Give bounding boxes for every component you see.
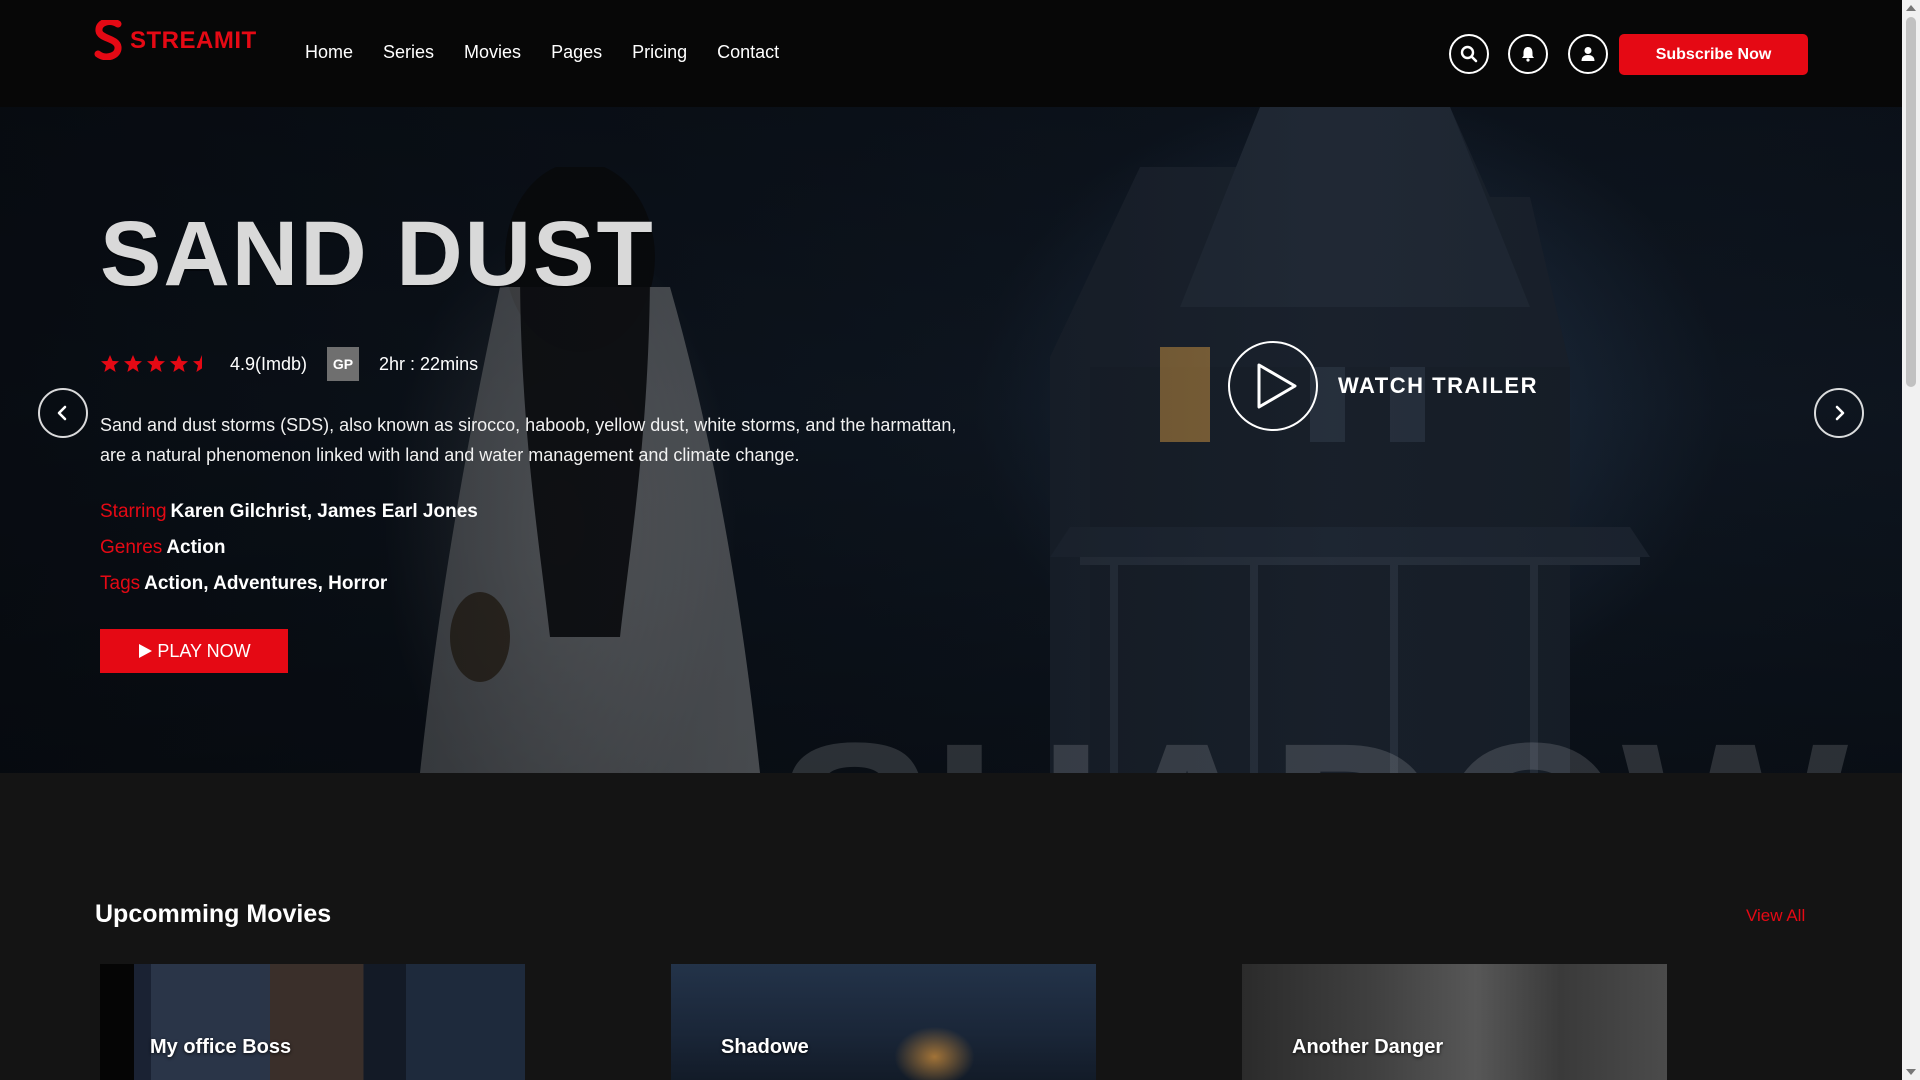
movie-card[interactable]: Another Danger: [1242, 964, 1667, 1080]
hero-banner: SAND DUST 4.9(Imdb) GP 2hr : 22mins Sand…: [0, 107, 1902, 773]
star-icon: [101, 355, 119, 372]
search-button[interactable]: [1449, 34, 1489, 74]
subscribe-button[interactable]: Subscribe Now: [1619, 34, 1808, 75]
bell-icon: [1522, 47, 1534, 62]
logo-s-icon: [94, 20, 122, 60]
next-slide-button[interactable]: [1814, 388, 1864, 438]
trailer-play-circle[interactable]: [1228, 341, 1318, 431]
chevron-right-icon: [1835, 405, 1845, 421]
movie-description: Sand and dust storms (SDS), also known a…: [100, 415, 957, 465]
scrollbar-thumb[interactable]: [1906, 17, 1916, 387]
star-icon: [170, 355, 188, 372]
star-icon: [124, 355, 142, 372]
watch-trailer-label: WATCH TRAILER: [1338, 373, 1538, 398]
chevron-left-icon: [57, 405, 67, 421]
rating-row: 4.9(Imdb) GP 2hr : 22mins: [100, 347, 478, 381]
starring-row: Starring Karen Gilchrist, James Earl Jone…: [100, 501, 478, 523]
scroll-up-arrow[interactable]: [1906, 5, 1916, 11]
logo[interactable]: STREAMIT: [94, 20, 257, 60]
scroll-down-arrow[interactable]: [1906, 1069, 1916, 1075]
age-rating-badge: GP: [327, 347, 360, 381]
user-icon: [1581, 47, 1595, 61]
main-nav: Home Series Movies Pages Pricing Contact: [305, 42, 779, 63]
movie-card[interactable]: My office Boss: [100, 964, 525, 1080]
play-now-label: PLAY NOW: [157, 640, 251, 661]
nav-home[interactable]: Home: [305, 42, 353, 63]
play-outline-icon: [1257, 363, 1297, 409]
nav-pages[interactable]: Pages: [551, 42, 602, 63]
movie-card-title: My office Boss: [150, 1036, 292, 1058]
user-button[interactable]: [1568, 34, 1608, 74]
page-scrollbar[interactable]: [1902, 0, 1920, 1080]
genres-row: Genres Action: [100, 537, 225, 559]
movie-card[interactable]: Shadowe: [671, 964, 1096, 1080]
star-icon: [147, 355, 165, 372]
nav-series[interactable]: Series: [383, 42, 434, 63]
star-rating: [100, 354, 212, 374]
tags-row: Tags Action, Adventures, Horror: [100, 573, 387, 595]
play-icon: [139, 644, 153, 658]
tags-value: Action, Adventures, Horror: [144, 573, 388, 594]
notifications-button[interactable]: [1508, 34, 1548, 74]
upcoming-section-title: Upcomming Movies: [95, 900, 332, 928]
movie-card-title: Another Danger: [1292, 1036, 1444, 1058]
movie-duration: 2hr : 22mins: [379, 353, 479, 374]
movie-card-title: Shadowe: [721, 1036, 809, 1058]
starring-value: Karen Gilchrist, James Earl Jones: [170, 501, 478, 522]
nav-pricing[interactable]: Pricing: [632, 42, 687, 63]
background-watermark-text: SHADOW: [775, 707, 1848, 773]
site-header: STREAMIT Home Series Movies Pages Pricin…: [0, 0, 1902, 107]
half-star-icon: [193, 355, 202, 372]
starring-label: Starring: [100, 501, 167, 522]
nav-contact[interactable]: Contact: [717, 42, 779, 63]
genres-value: Action: [166, 537, 226, 558]
tags-label: Tags: [100, 573, 141, 594]
hero-title: SAND DUST: [100, 203, 655, 305]
logo-text: STREAMIT: [130, 27, 257, 54]
genres-label: Genres: [100, 537, 163, 558]
nav-movies[interactable]: Movies: [464, 42, 521, 63]
play-now-button[interactable]: PLAY NOW: [100, 629, 288, 673]
watch-trailer-button[interactable]: WATCH TRAILER: [1228, 341, 1538, 431]
imdb-rating: 4.9(Imdb): [230, 353, 308, 374]
view-all-link[interactable]: View All: [1746, 906, 1805, 926]
prev-slide-button[interactable]: [38, 388, 88, 438]
search-icon: [1460, 45, 1478, 63]
